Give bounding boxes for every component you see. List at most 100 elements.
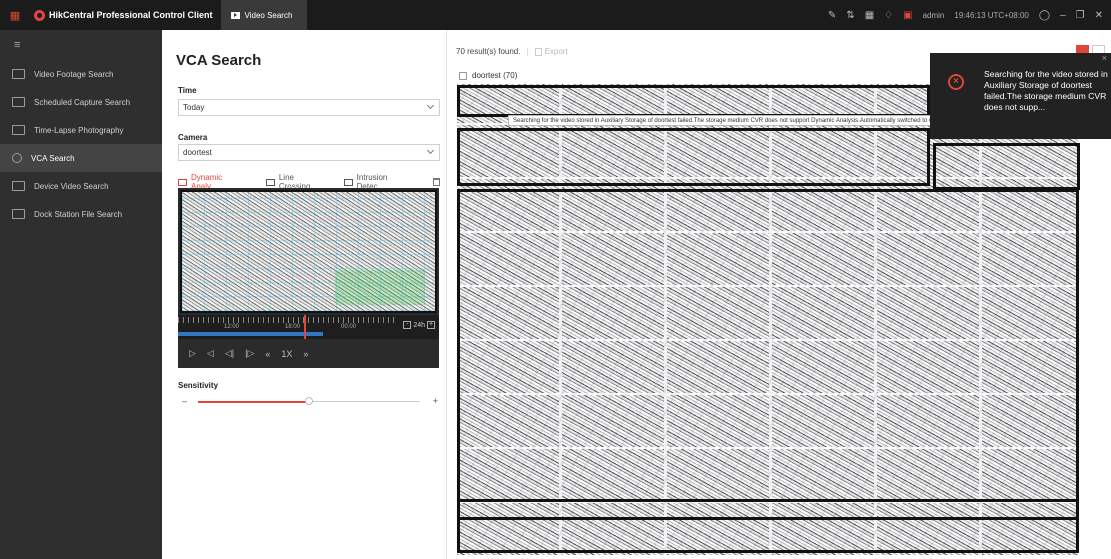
- highlight-row-2: [457, 128, 930, 186]
- device-icon: [12, 181, 25, 191]
- menu-icon[interactable]: ≡: [0, 30, 162, 60]
- timeline-label: 18:00: [285, 324, 301, 330]
- video-icon: [12, 69, 25, 79]
- system-clock: 19:46:13 UTC+08:00: [954, 10, 1029, 20]
- timeline-label: 00:00: [341, 324, 357, 330]
- camera-label: Camera: [178, 133, 208, 142]
- zoom-value: 24h: [413, 321, 425, 329]
- play-icon[interactable]: ▷: [189, 348, 196, 359]
- sensitivity-label: Sensitivity: [178, 381, 219, 390]
- app-name: HikCentral Professional Control Client: [49, 10, 213, 20]
- dock-icon: [12, 209, 25, 219]
- prev-frame-icon[interactable]: ◁: [207, 348, 214, 359]
- top-right-toolbar: ✎ ⇅ ▦ ♢ ▣ admin 19:46:13 UTC+08:00 ◯ – ❐…: [828, 0, 1103, 30]
- sidebar-item-video-footage-search[interactable]: Video Footage Search: [0, 60, 162, 88]
- sidebar-item-label: Dock Station File Search: [34, 209, 123, 219]
- timeline-cursor[interactable]: [304, 315, 306, 339]
- result-count: 70 result(s) found.: [456, 47, 521, 56]
- toast-message: Searching for the video stored in Auxili…: [984, 69, 1108, 112]
- camera-value: doortest: [183, 148, 212, 157]
- search-panel: VCA Search Time Today Camera doortest Dy…: [162, 30, 447, 559]
- chevron-down-icon: [426, 146, 435, 155]
- camera-select[interactable]: doortest: [178, 144, 440, 161]
- video-preview: 12:00 18:00 00:00 - 24h + ▷ ◁ ◁| |▷ « 1X…: [178, 188, 439, 368]
- tab-label: Video Search: [244, 10, 293, 20]
- divider: |: [526, 47, 529, 56]
- timeline-ticks: [178, 317, 398, 323]
- sidebar-item-device-video-search[interactable]: Device Video Search: [0, 172, 162, 200]
- step-back-icon[interactable]: ◁|: [225, 348, 234, 359]
- tab-video-search[interactable]: Video Search: [220, 0, 307, 30]
- time-value: Today: [183, 103, 205, 112]
- sidebar-item-scheduled-capture-search[interactable]: Scheduled Capture Search: [0, 88, 162, 116]
- decrease-icon[interactable]: –: [182, 396, 187, 406]
- intrusion-detection-icon: [343, 178, 353, 186]
- lock-icon[interactable]: ◯: [1039, 10, 1050, 21]
- close-icon[interactable]: ✕: [1095, 10, 1103, 21]
- sidebar-item-dock-station-file-search[interactable]: Dock Station File Search: [0, 200, 162, 228]
- apps-grid-icon[interactable]: ▦: [0, 0, 30, 30]
- recording-bar: [178, 332, 323, 336]
- transfer-icon[interactable]: ⇅: [846, 10, 854, 21]
- restore-icon[interactable]: ❐: [1076, 10, 1085, 21]
- zoom-in-button[interactable]: +: [427, 321, 435, 329]
- speed-value: 1X: [281, 348, 293, 359]
- sidebar-item-label: Scheduled Capture Search: [34, 97, 131, 107]
- alarm-icon[interactable]: ▣: [903, 10, 912, 21]
- line-crossing-icon: [265, 178, 275, 186]
- timeline-label: 12:00: [224, 324, 240, 330]
- error-tooltip: Searching for the video stored in Auxili…: [508, 115, 994, 126]
- notification-icon[interactable]: ♢: [884, 10, 893, 21]
- tools-icon[interactable]: ✎: [828, 10, 836, 21]
- dynamic-analysis-icon: [178, 178, 187, 186]
- time-select[interactable]: Today: [178, 99, 440, 116]
- highlight-row-1: [457, 85, 930, 117]
- highlight-cell: [933, 143, 1080, 190]
- minimize-icon[interactable]: –: [1060, 10, 1066, 21]
- speed-up-icon[interactable]: »: [303, 349, 308, 359]
- page-title: VCA Search: [176, 52, 262, 69]
- error-toast: × × Searching for the video stored in Au…: [930, 53, 1111, 139]
- camera-checkbox[interactable]: [459, 71, 467, 80]
- highlight-bottom: [457, 499, 1079, 553]
- video-tab-icon: [230, 11, 240, 19]
- chevron-down-icon: [426, 101, 435, 110]
- time-label: Time: [178, 86, 197, 95]
- zoom-out-button[interactable]: -: [403, 321, 412, 329]
- results-header: 70 result(s) found. | Export: [456, 47, 568, 56]
- preview-image[interactable]: [180, 190, 437, 313]
- calendar-icon[interactable]: ▦: [865, 10, 874, 21]
- sidebar-item-label: Device Video Search: [34, 181, 109, 191]
- delete-icon[interactable]: [433, 178, 440, 186]
- hik-logo-icon: [34, 9, 45, 21]
- export-label: Export: [544, 47, 568, 56]
- sidebar-item-label: Time-Lapse Photography: [34, 125, 124, 135]
- slow-down-icon[interactable]: «: [265, 349, 270, 359]
- timeline[interactable]: 12:00 18:00 00:00 - 24h +: [178, 315, 439, 339]
- increase-icon[interactable]: +: [433, 396, 438, 406]
- sensitivity-slider[interactable]: – +: [178, 396, 440, 408]
- sidebar-item-time-lapse-photography[interactable]: Time-Lapse Photography: [0, 116, 162, 144]
- sidebar-item-label: Video Footage Search: [34, 69, 114, 79]
- step-forward-icon[interactable]: |▷: [245, 348, 254, 359]
- app-logo: HikCentral Professional Control Client: [34, 9, 213, 21]
- error-icon: ×: [948, 74, 964, 90]
- camera-group-label: doortest (70): [472, 71, 518, 80]
- slider-thumb[interactable]: [305, 397, 313, 405]
- slider-fill: [198, 401, 309, 403]
- image-icon: [12, 97, 25, 107]
- sidebar-item-vca-search[interactable]: VCA Search: [0, 144, 162, 172]
- playback-controls: ▷ ◁ ◁| |▷ « 1X »: [178, 339, 439, 368]
- camera-group[interactable]: doortest (70): [459, 71, 517, 80]
- search-icon: [12, 153, 22, 163]
- close-icon[interactable]: ×: [1102, 53, 1107, 63]
- camera-icon: [12, 125, 25, 135]
- export-icon: [534, 47, 542, 56]
- sidebar: ≡ Video Footage Search Scheduled Capture…: [0, 30, 162, 559]
- export-button[interactable]: Export: [534, 47, 568, 56]
- highlight-main: [457, 189, 1079, 520]
- sidebar-item-label: VCA Search: [31, 153, 75, 163]
- title-bar: ▦ HikCentral Professional Control Client…: [0, 0, 1111, 30]
- user-name[interactable]: admin: [923, 11, 945, 20]
- timeline-zoom: - 24h +: [403, 321, 435, 329]
